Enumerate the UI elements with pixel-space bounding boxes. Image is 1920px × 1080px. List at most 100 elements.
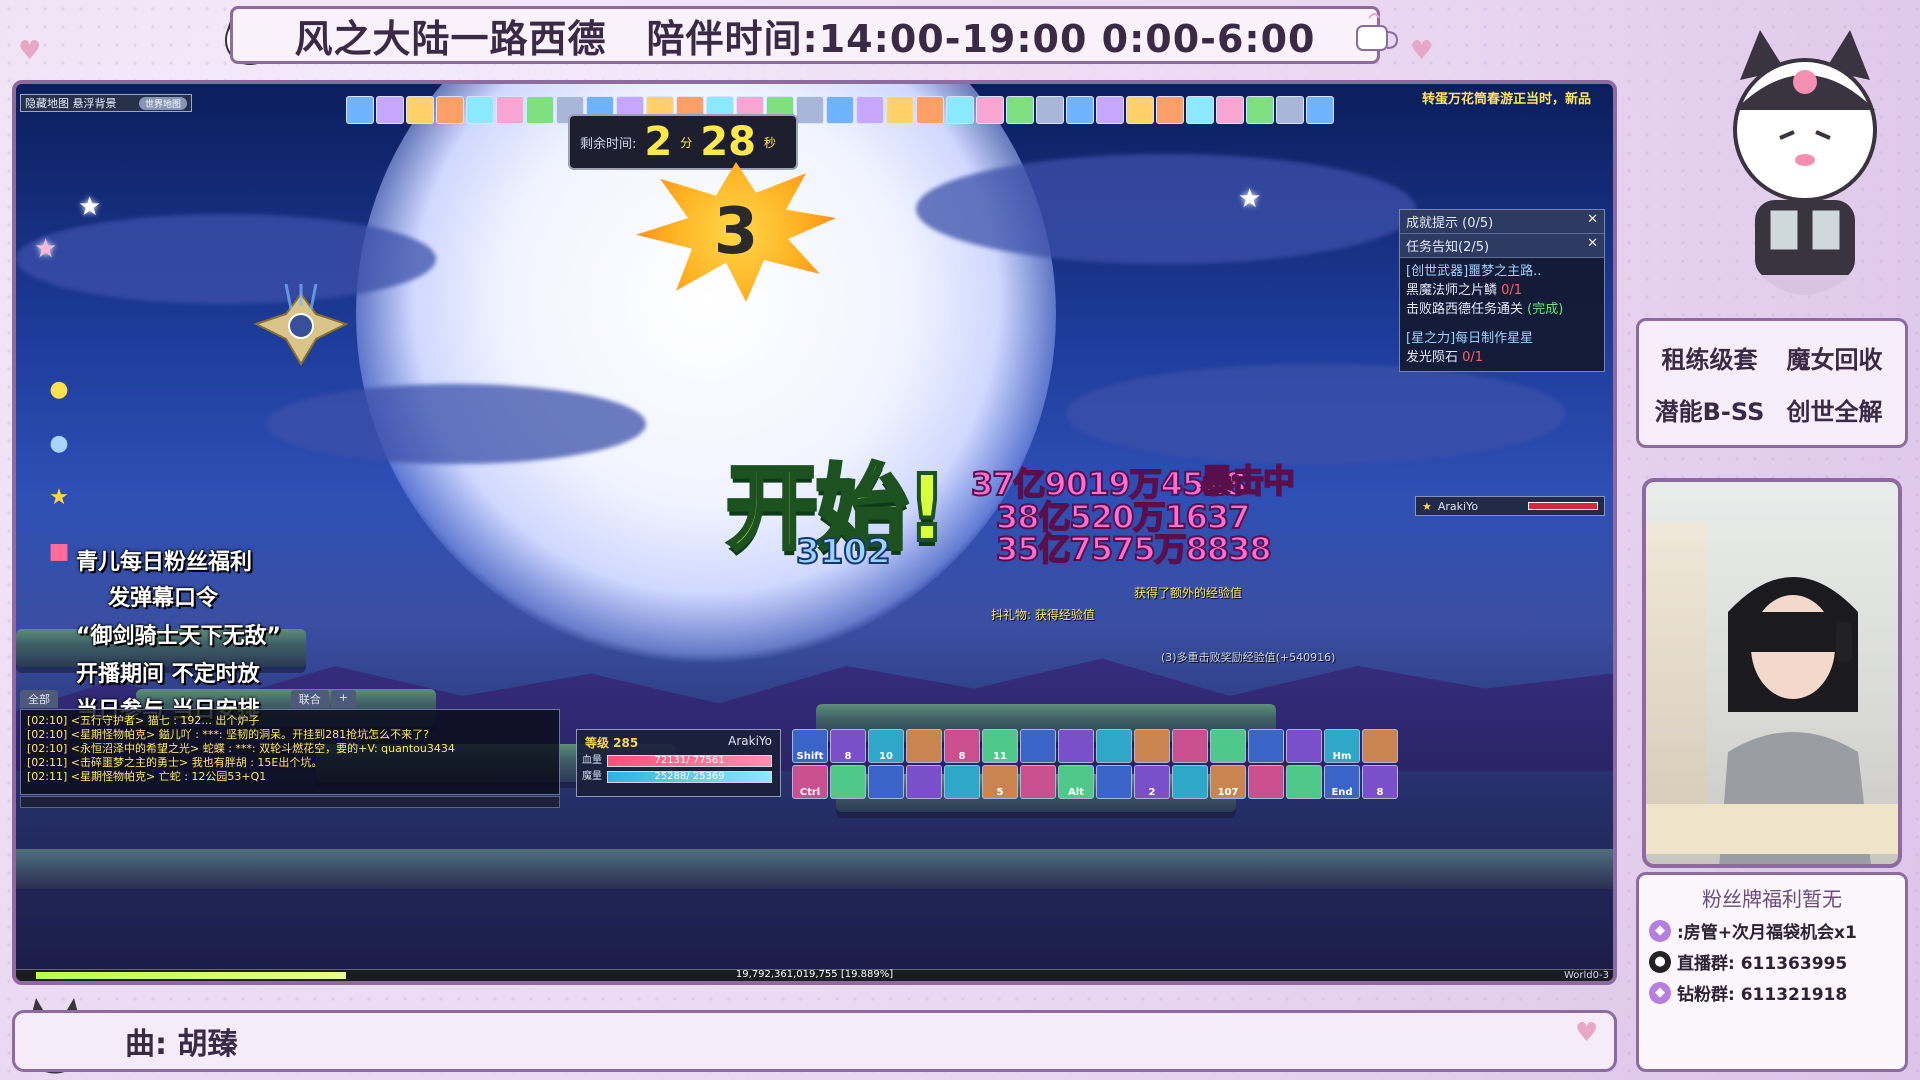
skill-slot[interactable] (1096, 765, 1132, 799)
skill-slot[interactable] (1210, 729, 1246, 763)
gift-icon[interactable]: ■ (44, 532, 74, 570)
skill-slot[interactable]: 107 (1210, 765, 1246, 799)
skill-slot[interactable] (868, 765, 904, 799)
buff-icon[interactable] (526, 96, 554, 124)
buff-icon[interactable] (1066, 96, 1094, 124)
skill-slot[interactable] (1058, 729, 1094, 763)
event-ticker: 转蛋万花筒春游正当时，新品 (1421, 92, 1591, 107)
skill-slot[interactable] (830, 765, 866, 799)
skill-slot[interactable] (1286, 729, 1322, 763)
buff-icon[interactable] (886, 96, 914, 124)
bookshelf (1646, 522, 1706, 822)
song-title: 曲: 胡臻 (125, 1027, 238, 1062)
timer-sec-unit: 秒 (763, 135, 776, 150)
buff-icon[interactable] (346, 96, 374, 124)
buff-icon[interactable] (1246, 96, 1274, 124)
quest-header[interactable]: 任务告知(2/5) ✕ (1400, 234, 1604, 258)
buff-icon[interactable] (1276, 96, 1304, 124)
skill-slot[interactable] (1096, 729, 1132, 763)
tab-all[interactable]: 全部 (20, 690, 58, 708)
skill-slot[interactable] (1134, 729, 1170, 763)
buff-icon[interactable] (976, 96, 1004, 124)
party-member-bar[interactable]: ★ ArakiYo (1415, 496, 1605, 516)
skill-slot[interactable]: End (1324, 765, 1360, 799)
buff-icon[interactable] (1096, 96, 1124, 124)
world-map-button[interactable]: 世界地图 (138, 96, 187, 110)
top-banner: 风之大陆一路西德 陪伴时间:14:00-19:00 0:00-6:00 (230, 6, 1380, 64)
close-icon[interactable]: ✕ (1587, 212, 1598, 231)
buff-icon[interactable] (1216, 96, 1244, 124)
minimap-toolbar[interactable]: 隐藏地图 悬浮背景 世界地图 (20, 94, 192, 112)
buff-icon[interactable] (856, 96, 884, 124)
game-viewport[interactable]: ★ ★ ★ 隐藏地图 悬浮背景 世界地图 转蛋万花筒春游正当时，新品 剩余时间:… (12, 80, 1617, 985)
buff-icon[interactable] (1126, 96, 1154, 124)
lightbulb-icon[interactable]: ● (44, 424, 74, 462)
buff-icon[interactable] (406, 96, 434, 124)
skill-slot[interactable] (1172, 729, 1208, 763)
add-tab-button[interactable]: + (330, 690, 356, 708)
star-icon: ★ (1422, 499, 1432, 513)
buff-icon[interactable] (946, 96, 974, 124)
skill-slot[interactable]: 8 (944, 729, 980, 763)
skill-slot[interactable] (1020, 765, 1056, 799)
buff-icon[interactable] (1156, 96, 1184, 124)
skill-slot[interactable]: 10 (868, 729, 904, 763)
chat-input[interactable] (20, 796, 560, 808)
skill-slot[interactable] (1248, 765, 1284, 799)
skill-slot[interactable]: 11 (982, 729, 1018, 763)
quest-title[interactable]: [创世武器]噩梦之主路.. (1406, 262, 1598, 281)
mp-value: 25288/ 25369 (654, 771, 725, 782)
skill-slot[interactable] (906, 729, 942, 763)
fan-perk-text: :房管+次月福袋机会x1 (1677, 923, 1857, 943)
skill-slot[interactable]: 8 (1362, 765, 1398, 799)
skill-slot[interactable] (906, 765, 942, 799)
skill-slot[interactable] (1248, 729, 1284, 763)
buff-icon[interactable] (1036, 96, 1064, 124)
buff-icon[interactable] (1006, 96, 1034, 124)
skill-slot[interactable] (1020, 729, 1056, 763)
quest-title[interactable]: [星之力]每日制作星星 (1406, 329, 1598, 348)
tab-union[interactable]: 联合 (290, 690, 329, 708)
buff-icon[interactable] (1306, 96, 1334, 124)
quest-tracker[interactable]: 成就提示 (0/5) ✕ 任务告知(2/5) ✕ [创世武器]噩梦之主路.. 黑… (1399, 209, 1605, 372)
world-label: World0-3 (1564, 970, 1609, 981)
buff-icon[interactable] (436, 96, 464, 124)
star-icon[interactable]: ★ (44, 478, 74, 516)
buff-icon[interactable] (796, 96, 824, 124)
buff-icon[interactable] (916, 96, 944, 124)
buff-icon[interactable] (496, 96, 524, 124)
exp-message: (3)多重击败奖励经验值(+540916) (1161, 651, 1336, 664)
heart-icon: ♥ (1575, 1018, 1599, 1048)
skill-slot[interactable] (944, 765, 980, 799)
danmaku-text: 发弹幕口令 (108, 586, 219, 611)
skill-slot[interactable] (1172, 765, 1208, 799)
fan-perks-title: 粉丝牌福利暂无 (1702, 887, 1842, 911)
timer-minutes: 2 (644, 119, 673, 165)
skill-slot[interactable]: Ctrl (792, 765, 828, 799)
skill-slot[interactable] (1286, 765, 1322, 799)
skill-slot[interactable] (1362, 729, 1398, 763)
cloud (266, 384, 646, 464)
skill-slot[interactable]: Alt (1058, 765, 1094, 799)
skill-slot[interactable]: 2 (1134, 765, 1170, 799)
achievement-header[interactable]: 成就提示 (0/5) ✕ (1400, 210, 1604, 234)
fan-perks-box: 粉丝牌福利暂无 ◆ :房管+次月福袋机会x1 ● 直播群: 611363995 … (1636, 872, 1908, 1072)
buff-icon[interactable] (466, 96, 494, 124)
character-status: 等级 285 ArakiYo 血量 72131/ 77561 魔量 25288/… (576, 729, 781, 797)
chat-line: [02:11] <星期怪物帕克> 亡蛇 : 12公园53+Q1 (27, 770, 267, 783)
buff-icon[interactable] (1186, 96, 1214, 124)
password-text: “御剑骑士天下无敌” (76, 624, 281, 649)
buff-icon[interactable] (376, 96, 404, 124)
chat-log[interactable]: [02:10] <五行守护者> 猫七 : 192... 出个炉子 [02:10]… (20, 709, 560, 795)
skill-slot[interactable]: Shift (792, 729, 828, 763)
damage-number: 35亿7575万8838 (995, 529, 1273, 569)
buff-bar (346, 96, 1334, 124)
diamond-icon: ◆ (1649, 981, 1671, 1004)
buff-icon[interactable] (826, 96, 854, 124)
lightbulb-icon[interactable]: ● (44, 370, 74, 408)
close-icon[interactable]: ✕ (1587, 236, 1598, 255)
skill-slot[interactable]: 5 (982, 765, 1018, 799)
skill-slot[interactable]: Hm (1324, 729, 1360, 763)
achievement-label: 成就提示 (0/5) (1406, 216, 1494, 231)
skill-slot[interactable]: 8 (830, 729, 866, 763)
